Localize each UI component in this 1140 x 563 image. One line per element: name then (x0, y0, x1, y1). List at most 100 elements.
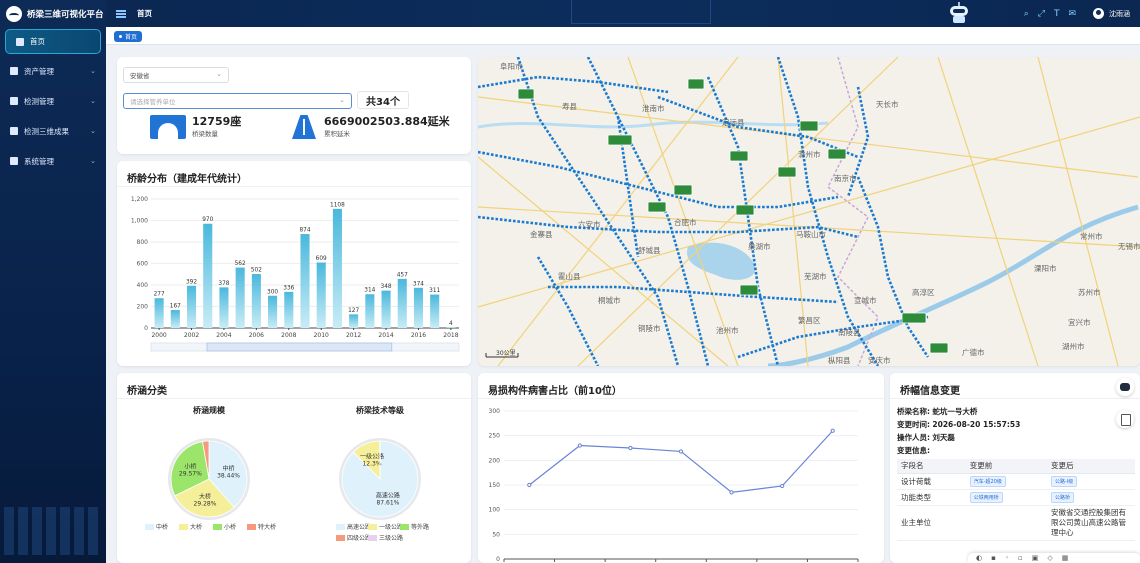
app-logo[interactable]: 桥梁三维可视化平台 (0, 0, 106, 27)
message-icon[interactable]: ✉ (1068, 9, 1076, 19)
table-row: 设计荷载 汽车-超20级 公路-Ⅰ级 (897, 473, 1135, 490)
x-tick-label: 2016 (411, 332, 426, 339)
map-place-label: 南京市 (834, 173, 857, 183)
province-select[interactable]: 安徽省 ⌄ (123, 67, 229, 83)
sidebar-item-label: 资产管理 (24, 66, 54, 76)
legend-label: 四级公路 (347, 534, 371, 542)
y-tick-label: 200 (137, 304, 149, 311)
x-tick-label: 2018 (443, 332, 458, 339)
bar (251, 274, 261, 328)
sidebar-item-label: 检测三维成果 (24, 126, 69, 136)
document-button[interactable] (1116, 410, 1134, 428)
unit-select[interactable]: 请选择管养单位 ⌄ (123, 93, 352, 109)
change-table: 字段名 变更前 变更后 设计荷载 汽车-超20级 公路-Ⅰ级 功能类型 公铁两用… (897, 459, 1135, 541)
sidebar-item-inspection[interactable]: 检测管理 ⌄ (0, 86, 106, 116)
bridge-name-line: 桥梁名称: 蛇坑一号大桥 (890, 405, 1140, 418)
legend-swatch (336, 524, 345, 530)
bar-value-label: 609 (316, 256, 327, 262)
y-tick-label: 0 (496, 556, 500, 563)
user-menu[interactable]: 沈雨涵 (1093, 8, 1130, 19)
asset-icon (10, 67, 18, 75)
tool-icon[interactable]: ▫ (1018, 554, 1023, 562)
bar-value-label: 1108 (330, 202, 345, 208)
map-place-label: 繁昌区 (798, 315, 821, 325)
ai-assistant-button[interactable] (1116, 378, 1134, 396)
culvert-pie-charts: 桥涵规模中桥38.44%大桥29.28%小桥29.57%中桥 大桥 小桥 特大桥桥梁技… (145, 405, 429, 542)
map-place-label: 宜兴市 (1068, 317, 1091, 327)
x-tick-label: 2000 (151, 332, 166, 339)
map-view[interactable]: 阜阳市 淮南市 定远县 天长市 滁州市 寿县 南京市 六安市 合肥市 马鞍山市 金寨县 霍山县 巢湖市芜… (478, 57, 1140, 366)
sidebar-item-label: 首页 (30, 37, 45, 46)
data-point (780, 483, 785, 489)
bridge-count-value: 12759座 (192, 115, 242, 128)
map-place-label: 池州市 (716, 325, 739, 335)
map-place-label: 无锡市 (1118, 241, 1140, 251)
bar-value-label: 167 (170, 304, 181, 310)
change-time-line: 变更时间: 2026-08-20 15:57:53 (890, 418, 1140, 431)
search-icon[interactable]: ⌕ (1024, 9, 1029, 19)
damage-line-chart: 0 50 100 150 200 250 300 (489, 408, 859, 563)
sidebar-item-system[interactable]: 系统管理 ⌄ (0, 146, 106, 176)
bar-value-label: 336 (283, 285, 294, 291)
card-title: 桥龄分布（建成年代统计） (117, 161, 471, 187)
tool-icon[interactable]: ◐ (976, 554, 982, 562)
tool-icon[interactable]: ▦ (1062, 554, 1069, 562)
after-tag: 公路-Ⅰ级 (1051, 475, 1078, 487)
bar (268, 295, 278, 328)
app-title: 桥梁三维可视化平台 (27, 9, 104, 20)
x-tick-label: 2008 (281, 332, 296, 339)
data-point (577, 443, 582, 448)
sidebar-item-home[interactable]: 首页 (5, 29, 101, 54)
column-header: 字段名 (897, 459, 966, 474)
tool-icon[interactable]: ◦ (1005, 554, 1009, 562)
bar-value-label: 314 (364, 288, 375, 294)
y-tick-label: 200 (489, 457, 501, 464)
tool-icon[interactable]: ◇ (1047, 554, 1052, 562)
tool-icon[interactable]: ▣ (1032, 554, 1039, 562)
data-point (527, 482, 532, 488)
inspection-icon (10, 97, 18, 105)
bar-value-label: 970 (202, 217, 213, 223)
slice-value-label: 12.3% (362, 461, 381, 468)
change-info-label: 变更信息: (897, 446, 930, 455)
age-chart-card: 桥龄分布（建成年代统计） 0 200 400 600 800 1,000 1,200 277 1… (117, 161, 471, 366)
legend-swatch (247, 524, 256, 530)
map-place-label: 湖州市 (1062, 341, 1085, 351)
card-title: 桥涵分类 (117, 373, 471, 399)
after-tag: 公路桥 (1051, 491, 1075, 503)
x-tick-label: 2004 (216, 332, 231, 339)
legend-swatch (179, 524, 188, 530)
map-place-label: 舒城县 (638, 245, 661, 255)
slice-label: 小桥 (184, 463, 196, 471)
bar-value-label: 277 (154, 292, 165, 298)
before-cell: 汽车-超20级 (965, 473, 1047, 490)
y-tick-label: 600 (137, 261, 149, 268)
table-row: 功能类型 公铁两用桥 公路桥 (897, 489, 1135, 506)
data-point (678, 449, 684, 454)
sidebar-item-asset[interactable]: 资产管理 ⌄ (0, 56, 106, 86)
bar (365, 294, 375, 328)
robot-icon[interactable] (944, 2, 974, 24)
menu-toggle-icon[interactable] (116, 9, 126, 18)
bridge-count-stat: 12759座 桥梁数量 (150, 115, 241, 139)
chevron-down-icon: ⌄ (90, 127, 96, 135)
road-icon (290, 115, 318, 139)
table-row: 业主单位 安徽省交通控股集团有限公司黄山高速公路管理中心 (897, 505, 1135, 541)
after-cell: 公路桥 (1047, 489, 1135, 506)
tab-home[interactable]: 首页 (114, 31, 143, 42)
y-tick-label: 150 (489, 482, 501, 489)
tool-icon[interactable]: ▪ (991, 554, 996, 562)
bridge-name-label: 桥梁名称: (897, 407, 930, 416)
map-canvas[interactable]: 阜阳市淮南市定远县 天长市滁州市 寿县南京市六安市 合肥市马鞍山市 金寨县霍山县 巢湖市芜… (478, 57, 1140, 366)
field-cell: 设计荷载 (897, 473, 966, 490)
map-place-label: 寿县 (562, 101, 577, 111)
map-place-label: 霍山县 (558, 271, 581, 281)
fullscreen-icon[interactable]: ⤢ (1038, 9, 1045, 19)
sidebar-item-3d-result[interactable]: 检测三维成果 ⌄ (0, 116, 106, 146)
font-size-icon[interactable]: T (1054, 9, 1060, 19)
bar (203, 223, 213, 328)
column-header: 变更后 (1047, 459, 1135, 474)
map-place-label: 合肥市 (674, 217, 697, 227)
sidebar-menu: 首页 资产管理 ⌄ 检测管理 ⌄ 检测三维成果 ⌄ 系统管理 ⌄ (0, 29, 106, 176)
legend-label: 中桥 (156, 523, 168, 531)
